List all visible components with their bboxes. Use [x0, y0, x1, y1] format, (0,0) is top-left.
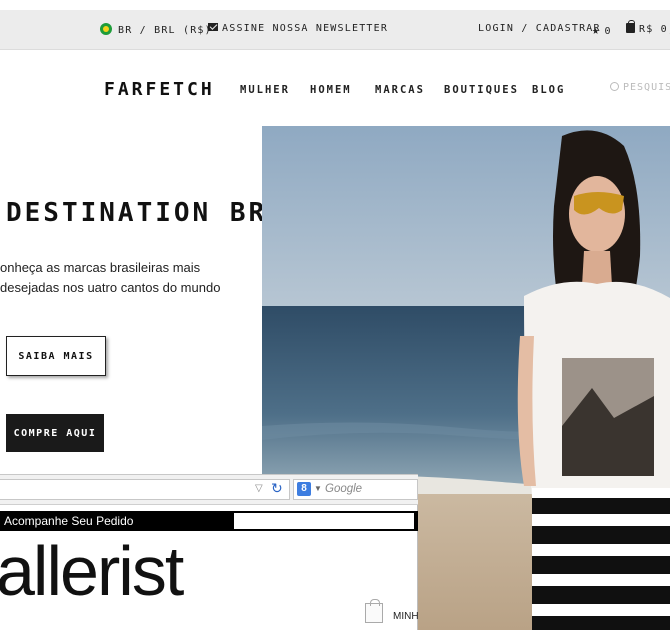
saiba-mais-button[interactable]: SAIBA MAIS — [6, 336, 106, 376]
hero-subtitle: onheça as marcas brasileiras mais deseja… — [0, 260, 221, 295]
currency-label: BR / BRL (R$) — [118, 25, 212, 36]
shopping-bag-icon[interactable] — [365, 599, 383, 623]
utility-bar: BR / BRL (R$) ASSINE NOSSA NEWSLETTER LO… — [0, 10, 670, 50]
address-bar[interactable] — [0, 479, 290, 500]
search-engine-placeholder: Google — [325, 483, 363, 495]
nav-homem[interactable]: HOMEM — [310, 84, 352, 96]
nav-boutiques[interactable]: BOUTIQUES — [444, 84, 519, 96]
wishlist-link[interactable]: ★ 0 — [592, 23, 612, 37]
bar-input-area — [234, 513, 414, 529]
farfetch-logo[interactable]: FARFETCH — [104, 79, 215, 100]
dropdown-arrow-icon[interactable]: ▽ — [255, 483, 263, 494]
google-icon: 8 — [297, 482, 311, 496]
login-link[interactable]: LOGIN / CADASTRAR — [478, 23, 601, 34]
order-tracking-bar: Acompanhe Seu Pedido — [0, 511, 418, 531]
brazil-flag-icon — [100, 23, 112, 35]
cart-label[interactable]: MINH — [393, 611, 419, 622]
star-icon: ★ — [592, 23, 601, 37]
wishlist-count: 0 — [604, 26, 612, 37]
newsletter-link[interactable]: ASSINE NOSSA NEWSLETTER — [208, 23, 388, 34]
cart-link[interactable]: R$ 0,0 — [626, 20, 670, 35]
reload-icon[interactable]: ↻ — [271, 480, 283, 497]
search-field[interactable]: PESQUISAR — [610, 82, 670, 93]
cart-amount: R$ 0,0 — [639, 24, 670, 35]
currency-selector[interactable]: BR / BRL (R$) — [100, 23, 212, 36]
newsletter-label: ASSINE NOSSA NEWSLETTER — [222, 23, 389, 34]
browser-search-box[interactable]: 8 ▼ Google — [293, 479, 418, 500]
browser-toolbar: ▽ ↻ 8 ▼ Google — [0, 475, 418, 505]
nav-blog[interactable]: BLOG — [532, 84, 565, 96]
nav-marcas[interactable]: MARCAS — [375, 84, 425, 96]
nav-mulher[interactable]: MULHER — [240, 84, 290, 96]
chevron-down-icon[interactable]: ▼ — [314, 484, 322, 493]
overlay-browser-window: ▽ ↻ 8 ▼ Google Acompanhe Seu Pedido alle… — [0, 474, 419, 630]
order-tracking-link[interactable]: Acompanhe Seu Pedido — [4, 514, 133, 528]
mail-icon — [208, 23, 218, 31]
compre-aqui-button[interactable]: COMPRE AQUI — [6, 414, 104, 452]
brand-wordmark[interactable]: allerist — [0, 531, 184, 611]
search-label: PESQUISAR — [623, 82, 670, 93]
search-icon — [610, 82, 619, 91]
bag-icon — [626, 20, 635, 33]
